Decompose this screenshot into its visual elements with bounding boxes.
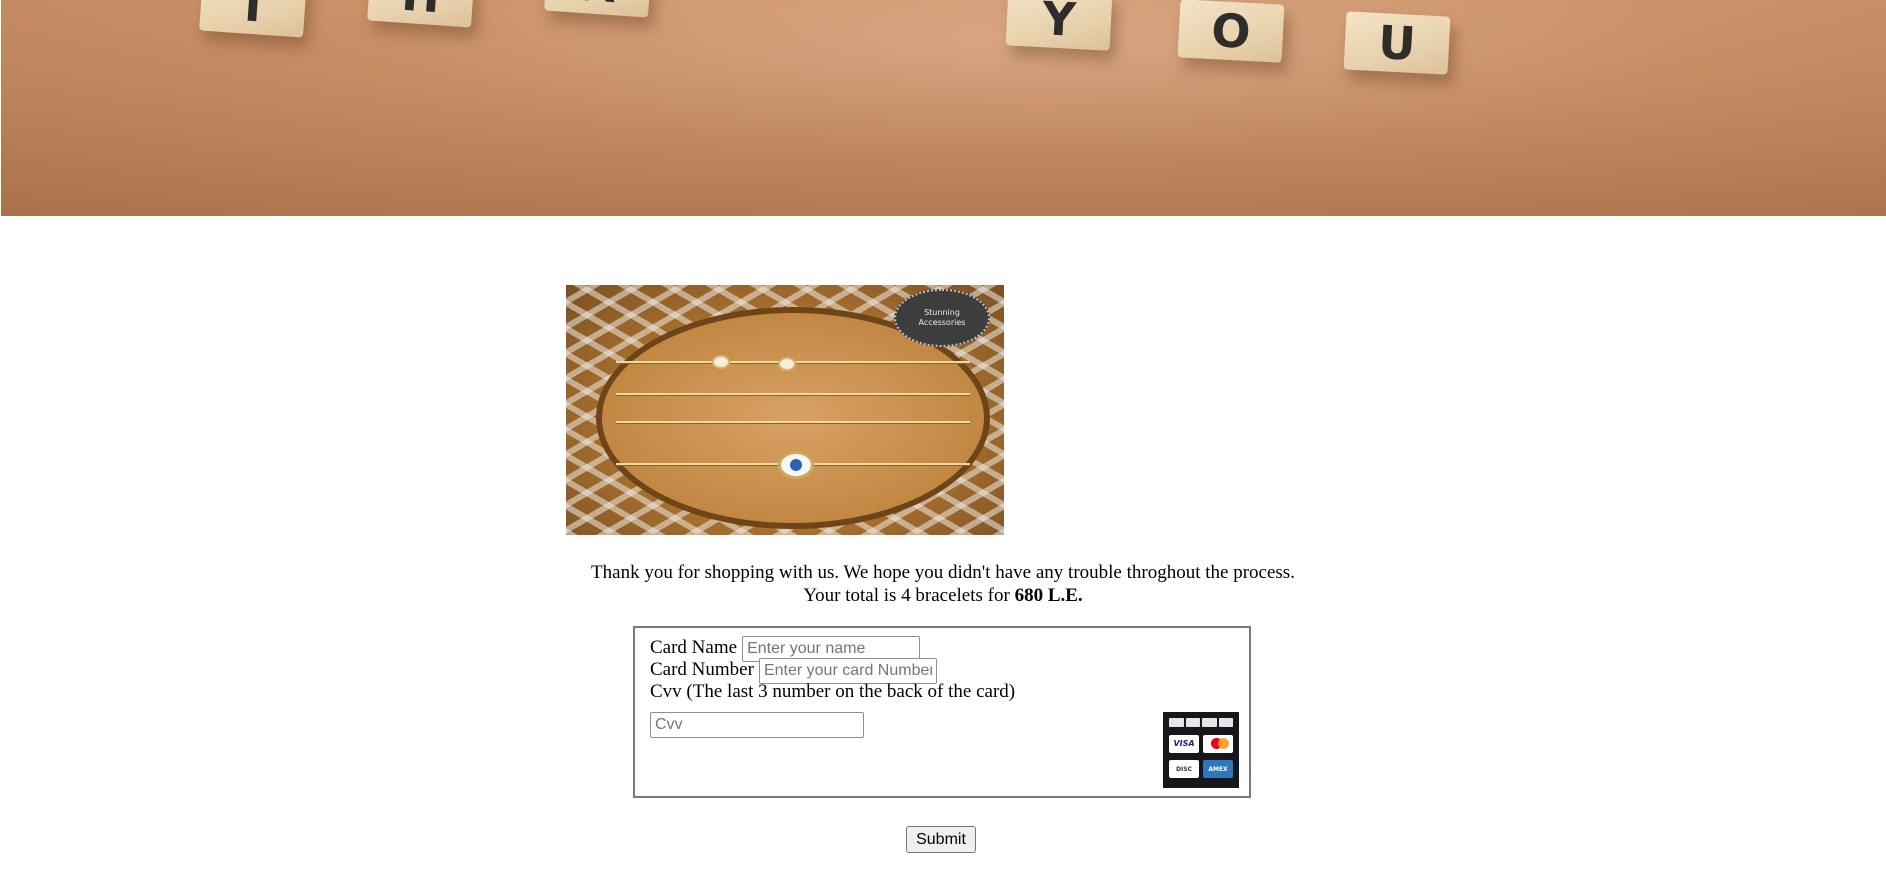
accepted-cards-image: VISA DISC AMEX xyxy=(1163,712,1239,788)
message-line-2: Your total is 4 bracelets for 680 L.E. xyxy=(0,584,1886,607)
bracelet-chain xyxy=(616,421,970,423)
message-line-1: Thank you for shopping with us. We hope … xyxy=(591,562,1295,583)
submit-button[interactable]: Submit xyxy=(906,826,976,853)
letter-tile-u: U xyxy=(1343,11,1451,75)
brand-logo: Stunning Accessories xyxy=(894,289,990,347)
cvv-label: Cvv (The last 3 number on the back of th… xyxy=(650,681,1016,702)
cvv-input[interactable] xyxy=(650,712,864,738)
cvv-row xyxy=(650,712,864,738)
mastercard-logo-icon xyxy=(1203,734,1233,753)
total-amount: 680 L.E. xyxy=(1014,585,1083,606)
letter-tile-o: O xyxy=(1177,0,1285,63)
bracelets-product-image: Stunning Accessories xyxy=(566,285,1004,535)
total-prefix: Your total is 4 bracelets for xyxy=(803,585,1015,606)
evil-eye-charm xyxy=(778,451,814,479)
visa-logo-icon: VISA xyxy=(1169,734,1199,753)
letter-tile-y: Y xyxy=(1005,0,1113,51)
payment-form: Card Name Card Number Cvv (The last 3 nu… xyxy=(633,626,1251,798)
amex-logo-icon: AMEX xyxy=(1203,760,1233,779)
thank-you-message: Thank you for shopping with us. We hope … xyxy=(0,561,1886,607)
discover-logo-icon: DISC xyxy=(1169,760,1199,779)
thank-you-banner: T H A Y O U xyxy=(1,0,1886,216)
card-number-label: Card Number xyxy=(650,659,754,681)
card-name-label: Card Name xyxy=(650,637,738,659)
bracelet-chain xyxy=(616,393,970,395)
